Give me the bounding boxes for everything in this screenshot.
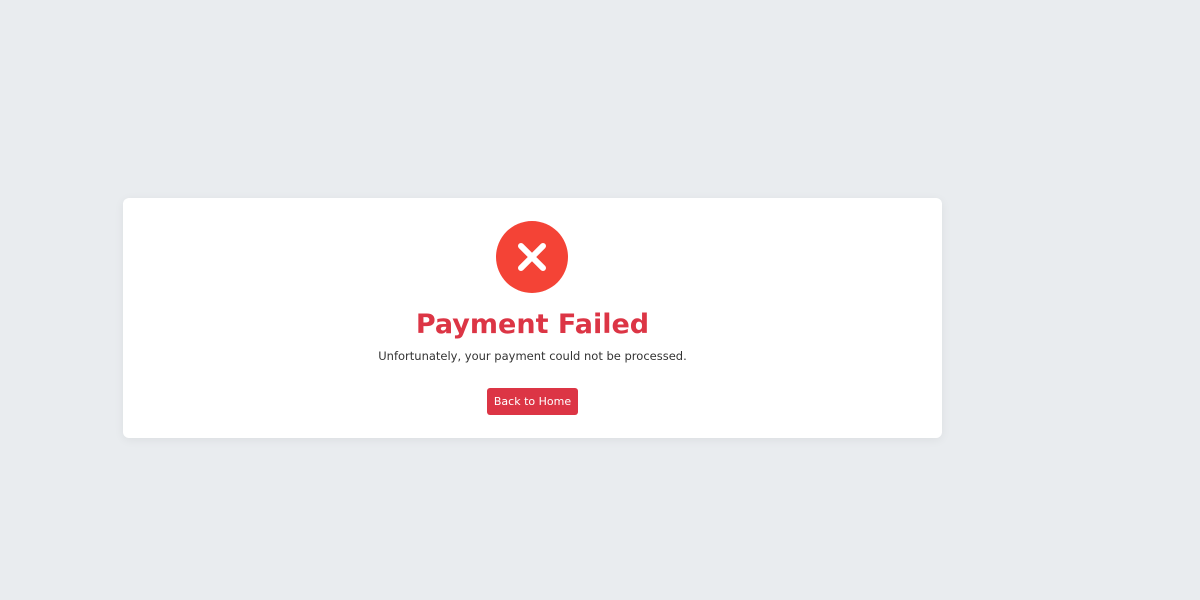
page-title: Payment Failed [415,309,650,340]
failure-message: Unfortunately, your payment could not be… [378,349,687,363]
payment-status-content: Payment Failed Unfortunately, your payme… [123,198,942,438]
close-x-icon [496,221,568,293]
back-to-home-button[interactable]: Back to Home [487,388,578,415]
payment-status-card: Payment Failed Unfortunately, your payme… [123,198,942,438]
